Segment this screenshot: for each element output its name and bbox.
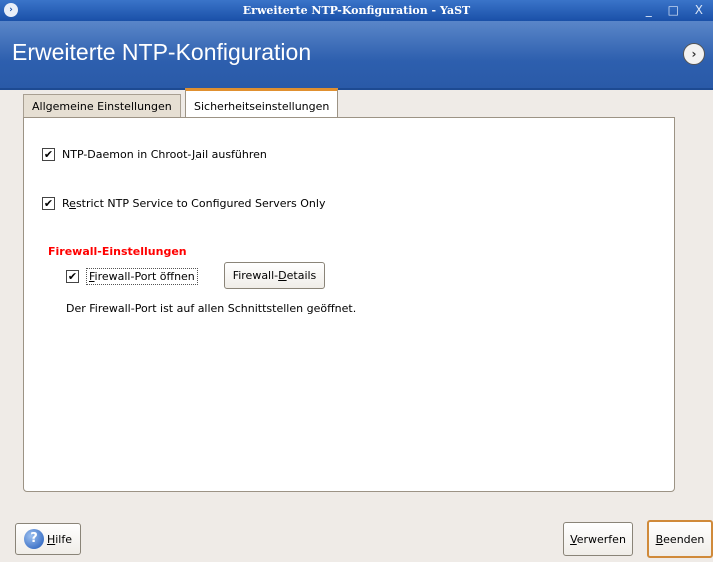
firewall-port-option[interactable]: ✔ Firewall-Port öffnen xyxy=(66,268,198,285)
tab-security[interactable]: Sicherheitseinstellungen xyxy=(185,88,339,120)
chroot-checkbox[interactable]: ✔ xyxy=(42,148,55,161)
firewall-details-label: Firewall-Details xyxy=(232,269,317,282)
firewall-status: Der Firewall-Port ist auf allen Schnitts… xyxy=(66,302,357,315)
help-label: Hilfe xyxy=(46,532,73,546)
window-title: Erweiterte NTP-Konfiguration - YaST xyxy=(242,4,471,17)
firewall-heading: Firewall-Einstellungen xyxy=(48,245,187,258)
restrict-option[interactable]: ✔ Restrict NTP Service to Configured Ser… xyxy=(42,197,325,210)
dialog-header: Erweiterte NTP-Konfiguration › xyxy=(0,21,713,90)
arrow-circle-icon[interactable]: › xyxy=(683,43,705,65)
maximize-icon[interactable]: □ xyxy=(668,3,685,17)
firewall-details-button[interactable]: Firewall-Details xyxy=(224,262,325,289)
chroot-label: NTP-Daemon in Chroot-Jail ausführen xyxy=(62,148,267,161)
page-title: Erweiterte NTP-Konfiguration xyxy=(12,39,312,65)
restrict-checkbox[interactable]: ✔ xyxy=(42,197,55,210)
finish-label: Beenden xyxy=(655,532,705,546)
minimize-icon[interactable]: _ xyxy=(646,3,658,17)
tab-general[interactable]: Allgemeine Einstellungen xyxy=(23,94,181,119)
finish-button[interactable]: Beenden xyxy=(647,520,713,558)
discard-label: Verwerfen xyxy=(570,532,626,546)
firewall-port-label: Firewall-Port öffnen xyxy=(86,268,198,285)
close-icon[interactable]: X xyxy=(695,3,709,17)
restrict-label: Restrict NTP Service to Configured Serve… xyxy=(62,197,326,210)
help-icon: ? xyxy=(23,529,44,549)
chroot-option[interactable]: ✔ NTP-Daemon in Chroot-Jail ausführen xyxy=(42,148,267,161)
help-button[interactable]: ? Hilfe xyxy=(15,523,81,555)
firewall-port-checkbox[interactable]: ✔ xyxy=(66,270,79,283)
window-controls: _ □ X xyxy=(646,3,709,17)
window-titlebar[interactable]: › Erweiterte NTP-Konfiguration - YaST _ … xyxy=(0,0,713,21)
discard-button[interactable]: Verwerfen xyxy=(563,522,633,556)
